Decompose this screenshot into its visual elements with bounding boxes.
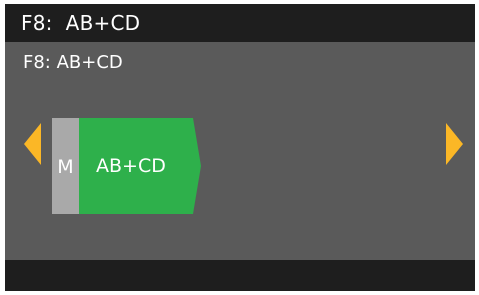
mode-indicator: M <box>52 118 79 214</box>
screen: F8: AB+CD F8: AB+CD M AB+CD <box>5 4 475 291</box>
current-function-label: F8: AB+CD <box>23 52 123 73</box>
mode-letter: M <box>57 156 74 178</box>
bottom-bar <box>5 260 475 291</box>
function-option-button[interactable]: AB+CD <box>79 118 201 214</box>
chevron-right-icon[interactable] <box>446 123 463 165</box>
page-title: F8: AB+CD <box>21 11 141 35</box>
function-option-label: AB+CD <box>96 155 166 177</box>
top-bar: F8: AB+CD <box>5 4 475 42</box>
chevron-left-icon[interactable] <box>24 123 41 165</box>
